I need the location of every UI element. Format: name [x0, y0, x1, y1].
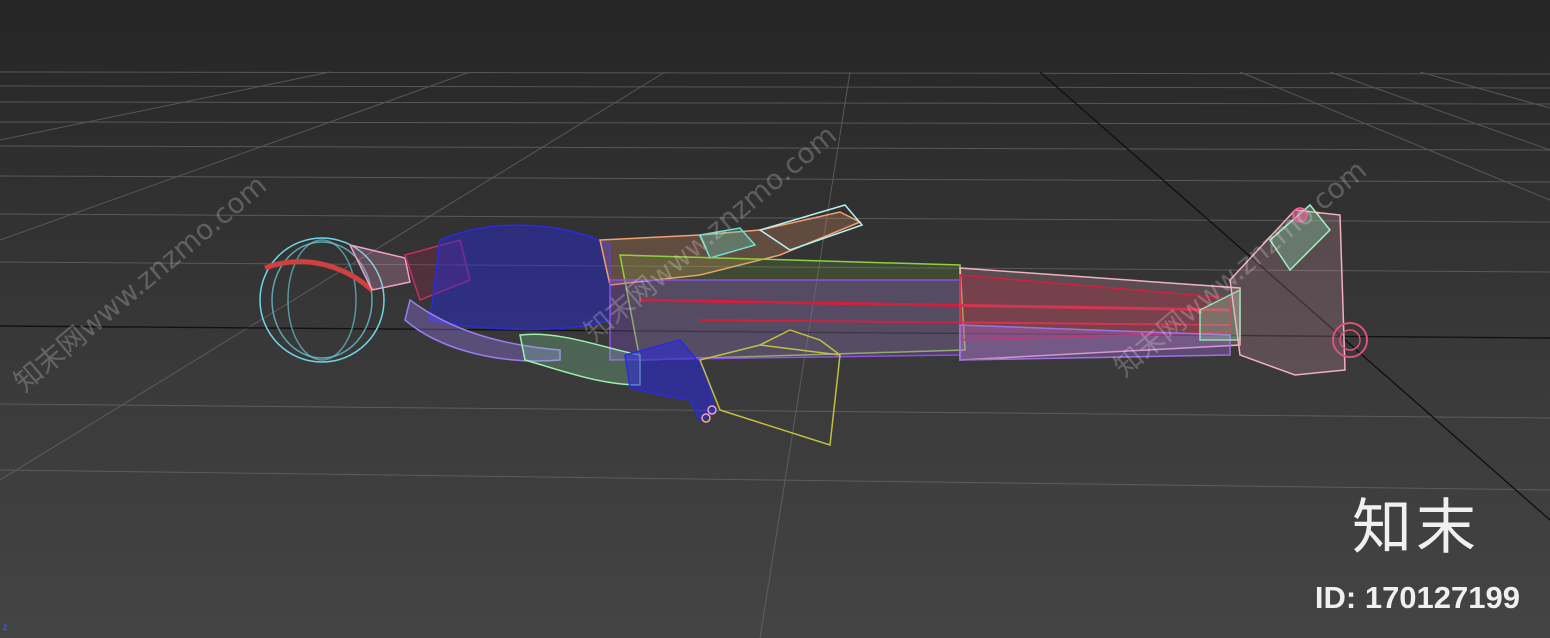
- axis-indicator-z: z: [2, 622, 9, 633]
- asset-id-label: ID: 170127199: [1314, 580, 1520, 615]
- model-torso[interactable]: [429, 224, 611, 331]
- viewport-canvas[interactable]: [0, 0, 1550, 638]
- wireframe-human-model[interactable]: [259, 203, 1368, 446]
- 3d-viewport[interactable]: 知末网www.znzmo.com 知末网www.znzmo.com 知末网www…: [0, 0, 1550, 638]
- brand-logo: 知末: [1352, 493, 1480, 563]
